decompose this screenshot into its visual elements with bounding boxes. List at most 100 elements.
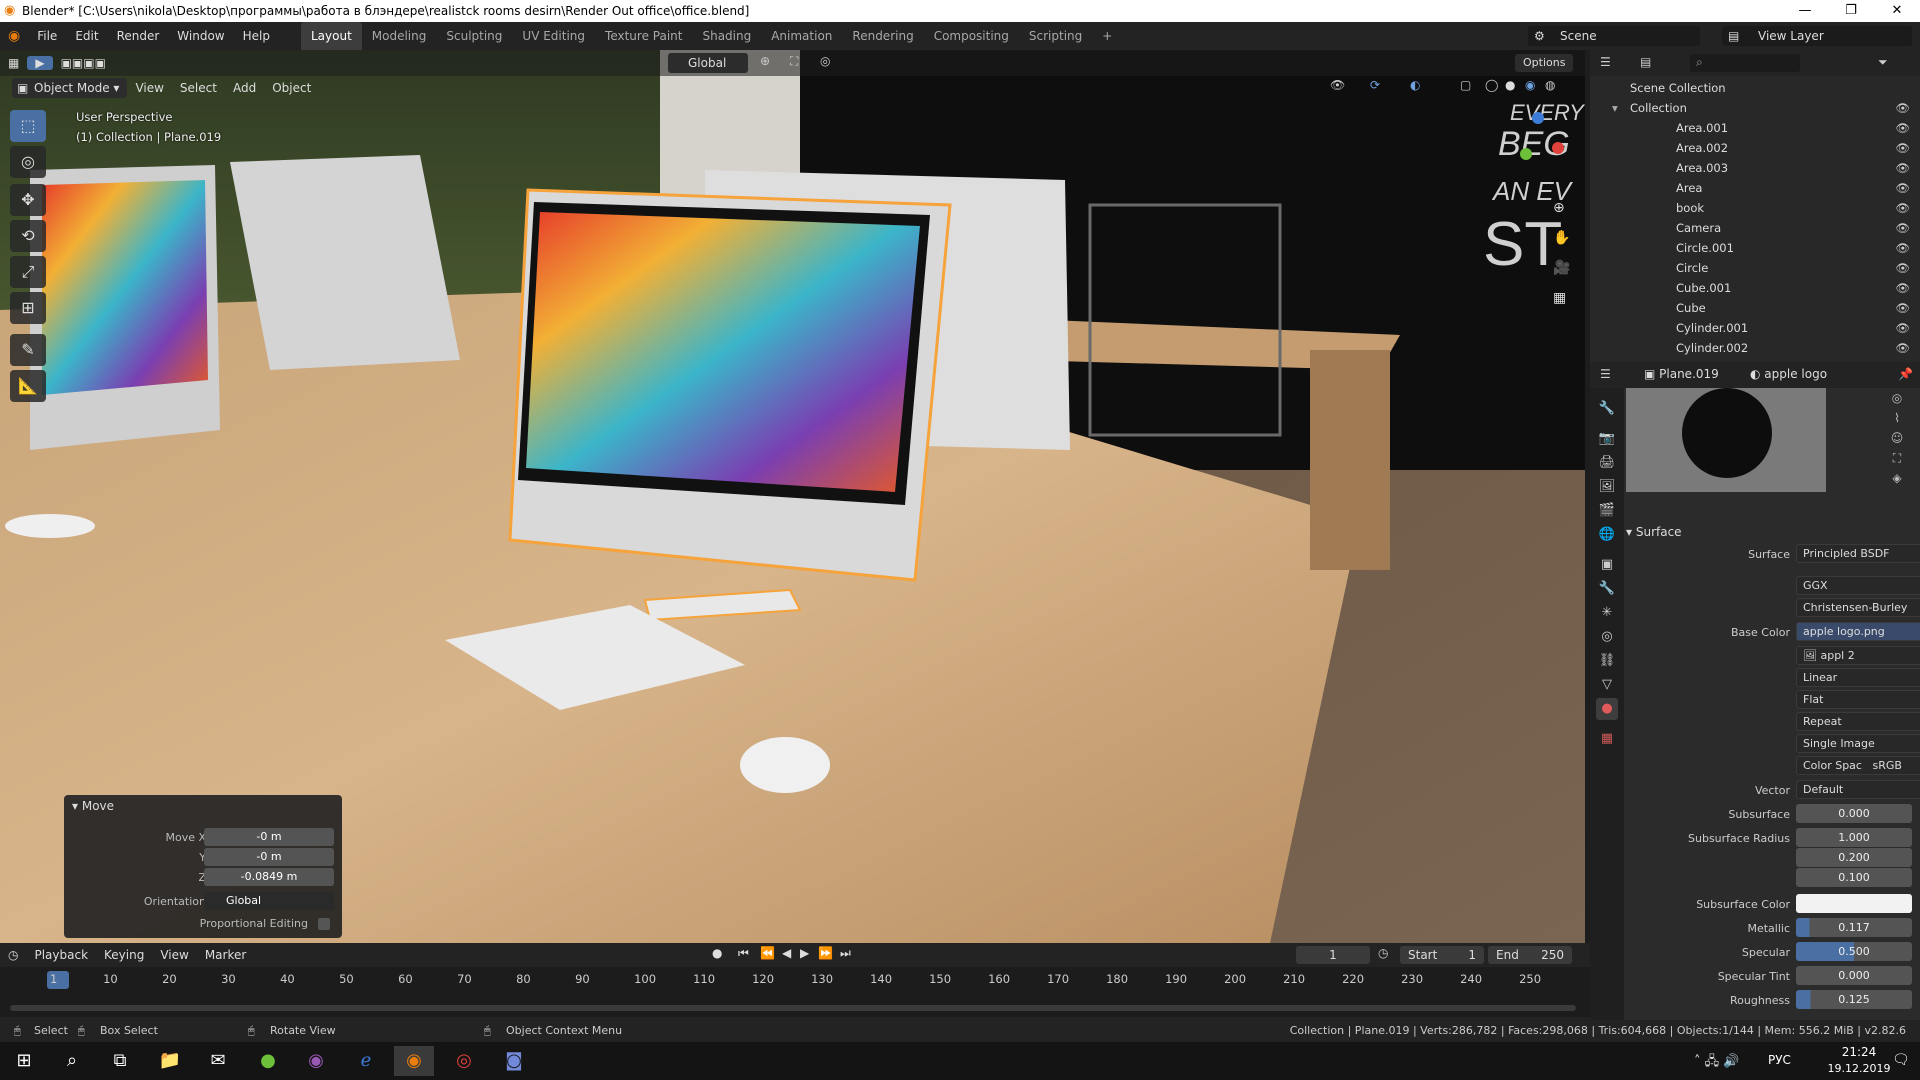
tab-modeling[interactable]: Modeling [362, 22, 437, 50]
menu-select[interactable]: Select [172, 81, 225, 95]
mail-icon[interactable]: ✉ [198, 1046, 238, 1076]
move-y-field[interactable]: -0 m [204, 848, 334, 866]
outliner-item[interactable]: Camera 👁 [1590, 218, 1920, 238]
solid-shading-icon[interactable]: ● [1505, 78, 1515, 92]
eye-icon[interactable]: 👁 [1895, 278, 1910, 298]
gizmo-z-axis[interactable] [1532, 112, 1544, 124]
view-layer-tab-icon[interactable]: 🖼 [1596, 476, 1618, 498]
projection-dropdown[interactable]: Flat [1796, 690, 1920, 709]
rendered-shading-icon[interactable]: ◍ [1545, 78, 1555, 92]
wireframe-shading-icon[interactable]: ◯ [1485, 78, 1498, 92]
tab-rendering[interactable]: Rendering [842, 22, 923, 50]
display-mode-icon[interactable]: ▤ [1640, 55, 1651, 69]
transform-orientation-dropdown[interactable]: Global [668, 53, 748, 73]
timeline-editor-icon[interactable]: ◷ [0, 948, 26, 962]
preview-type-buttons[interactable]: ◎ ⌇ ☺ ⛶ ◈ [1882, 388, 1912, 492]
tab-scripting[interactable]: Scripting [1019, 22, 1092, 50]
windows-start-icon[interactable]: ⊞ [4, 1046, 44, 1076]
current-frame-field[interactable]: 1 [1296, 946, 1370, 964]
eye-icon[interactable]: 👁 [1895, 338, 1910, 358]
move-panel-header[interactable]: ▾ Move [72, 799, 114, 813]
ss-radius-y-field[interactable]: 0.200 [1796, 848, 1912, 867]
select-mode-icon[interactable]: ▶ [27, 56, 53, 70]
expand-arrow-icon[interactable]: ▾ [1612, 98, 1618, 118]
outliner-item[interactable]: Area.002 👁 [1590, 138, 1920, 158]
outliner-search-input[interactable]: ⌕ [1690, 54, 1800, 72]
end-frame-field[interactable]: End 250 [1488, 946, 1572, 964]
play-reverse-icon[interactable]: ◀ [782, 946, 791, 960]
material-tab-icon[interactable]: ● [1596, 698, 1618, 720]
blender-taskbar-icon[interactable]: ◉ [394, 1046, 434, 1076]
physics-tab-icon[interactable]: ◎ [1596, 626, 1618, 648]
texture-tab-icon[interactable]: ▦ [1596, 728, 1618, 750]
annotate-tool-icon[interactable]: ✎ [10, 334, 46, 366]
tab-texture-paint[interactable]: Texture Paint [595, 22, 692, 50]
render-tab-icon[interactable]: 📷 [1596, 428, 1618, 450]
prev-key-icon[interactable]: ⏪ [760, 946, 775, 960]
ortho-grid-icon[interactable]: ▦ [1553, 290, 1566, 306]
eye-icon[interactable]: 👁 [1895, 318, 1910, 338]
scene-tab-icon[interactable]: 🎬 [1596, 500, 1618, 522]
eye-icon[interactable]: 👁 [1895, 238, 1910, 258]
outliner-item[interactable]: Circle 👁 [1590, 258, 1920, 278]
eye-icon[interactable]: 👁 [1895, 258, 1910, 278]
move-z-field[interactable]: -0.0849 m [204, 868, 334, 886]
next-key-icon[interactable]: ⏩ [818, 946, 833, 960]
object-tab-icon[interactable]: ▣ [1596, 554, 1618, 576]
menu-help[interactable]: Help [234, 22, 279, 50]
cursor-tool-icon[interactable]: ◎ [10, 146, 46, 178]
orientation-dropdown[interactable]: Global [204, 892, 334, 910]
menu-edit[interactable]: Edit [66, 22, 107, 50]
editor-type-icon[interactable]: ▦ [0, 56, 27, 70]
timeline-scrollbar[interactable] [10, 1005, 1576, 1011]
discord-icon[interactable]: ◙ [494, 1046, 534, 1076]
outliner-item[interactable]: book 👁 [1590, 198, 1920, 218]
tab-shading[interactable]: Shading [692, 22, 761, 50]
blender-logo-icon[interactable]: ◉ [0, 28, 28, 44]
vector-dropdown[interactable]: Default [1796, 780, 1920, 799]
menu-keying[interactable]: Keying [96, 948, 152, 962]
outliner-item[interactable]: Cylinder.001 👁 [1590, 318, 1920, 338]
rotate-tool-icon[interactable]: ⟲ [10, 220, 46, 252]
proportional-checkbox[interactable] [318, 918, 330, 930]
chrome-icon[interactable]: ◎ [444, 1046, 484, 1076]
gizmo-x-axis[interactable] [1552, 142, 1564, 154]
source-dropdown[interactable]: Single Image [1796, 734, 1920, 753]
subsurface-field[interactable]: 0.000 [1796, 804, 1912, 823]
eye-icon[interactable]: 👁 [1895, 198, 1910, 218]
search-icon[interactable]: ⌕ [52, 1046, 92, 1076]
specular-slider[interactable]: 0.500 [1796, 942, 1912, 961]
pin-icon[interactable]: 📌 [1898, 367, 1913, 381]
add-workspace-button[interactable]: + [1092, 22, 1122, 50]
scene-selector[interactable]: ⚙ Scene [1528, 26, 1700, 46]
close-icon[interactable]: ✕ [1874, 0, 1920, 22]
pivot-icon[interactable]: ⊕ [760, 54, 770, 68]
image-datablock[interactable]: 🖼 appl 2 [1796, 646, 1920, 665]
snap-icon[interactable]: ⛶ [790, 54, 798, 69]
gizmo-icon[interactable]: ⟳ [1370, 78, 1380, 92]
surface-panel-header[interactable]: ▾ Surface [1626, 520, 1916, 544]
maximize-icon[interactable]: ❐ [1828, 0, 1874, 22]
menu-timeline-view[interactable]: View [152, 948, 196, 962]
menu-playback[interactable]: Playback [26, 948, 96, 962]
tab-layout[interactable]: Layout [300, 22, 362, 50]
tray-icons[interactable]: ˄ 🖧 🔊 [1694, 1052, 1739, 1074]
visibility-icon[interactable]: 👁 [1330, 78, 1345, 92]
navigation-gizmo[interactable] [1500, 112, 1570, 182]
gizmo-y-axis[interactable] [1520, 148, 1532, 160]
eye-icon[interactable]: 👁 [1895, 138, 1910, 158]
modifier-tab-icon[interactable]: 🔧 [1596, 578, 1618, 600]
view-layer-selector[interactable]: ▤ View Layer [1722, 26, 1912, 46]
outliner-item[interactable]: Circle.001 👁 [1590, 238, 1920, 258]
language-indicator[interactable]: РУС [1768, 1053, 1791, 1067]
eye-icon[interactable]: 👁 [1895, 118, 1910, 138]
select-box-modes[interactable]: ▣▣▣▣ [53, 56, 114, 70]
menu-file[interactable]: File [28, 22, 66, 50]
task-view-icon[interactable]: ⧉ [100, 1046, 140, 1076]
minimize-icon[interactable]: — [1782, 0, 1828, 22]
tab-sculpting[interactable]: Sculpting [436, 22, 512, 50]
ss-color-swatch[interactable] [1796, 894, 1912, 913]
start-frame-field[interactable]: Start 1 [1400, 946, 1484, 964]
menu-add[interactable]: Add [225, 81, 264, 95]
jump-end-icon[interactable]: ⏭ [840, 946, 851, 961]
